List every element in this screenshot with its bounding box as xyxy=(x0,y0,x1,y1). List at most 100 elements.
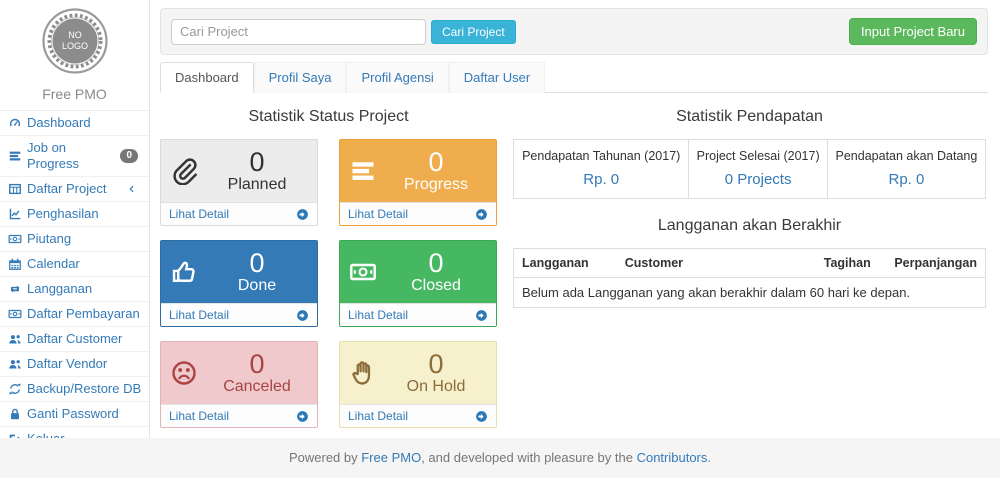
card-text: 0 Progress xyxy=(385,148,487,194)
income-col-header: Pendapatan Tahunan (2017) xyxy=(514,140,689,170)
detail-link-label: Lihat Detail xyxy=(169,409,229,423)
search-toolbar: Cari Project Input Project Baru xyxy=(160,8,988,55)
free-pmo-link[interactable]: Free PMO xyxy=(361,450,421,465)
sidebar-item-label: Daftar Vendor xyxy=(27,356,107,372)
refresh-icon xyxy=(7,382,22,396)
card-closed: 0 Closed Lihat Detail xyxy=(339,240,497,327)
project-selesai-value[interactable]: 0 Projects xyxy=(689,169,827,199)
sidebar-item-label: Daftar Pembayaran xyxy=(27,306,140,322)
card-text: 0 Closed xyxy=(385,249,487,295)
card-text: 0 On Hold xyxy=(385,350,487,396)
sidebar-item-label: Backup/Restore DB xyxy=(27,381,141,397)
tab-profil-saya[interactable]: Profil Saya xyxy=(254,62,347,93)
sidebar-item-label: Piutang xyxy=(27,231,71,247)
card-body: 0 Closed xyxy=(340,241,496,303)
sidebar-item-label: Langganan xyxy=(27,281,92,297)
hand-icon xyxy=(349,359,385,387)
sidebar-menu: Dashboard Job on Progress 0 Daftar Proje… xyxy=(0,111,149,452)
sidebar-item-daftar-customer[interactable]: Daftar Customer xyxy=(0,327,149,352)
status-section-title: Statistik Status Project xyxy=(160,108,497,126)
contributors-link[interactable]: Contributors xyxy=(637,450,708,465)
done-detail-link[interactable]: Lihat Detail xyxy=(161,303,317,326)
card-text: 0 Canceled xyxy=(206,350,308,396)
logo-block: NO LOGO Free PMO xyxy=(0,0,149,111)
sidebar-item-ganti-password[interactable]: Ganti Password xyxy=(0,402,149,427)
income-col-header: Pendapatan akan Datang xyxy=(827,140,985,170)
sidebar-item-daftar-project[interactable]: Daftar Project xyxy=(0,177,149,202)
svg-text:NO: NO xyxy=(68,30,82,40)
subscription-section-title: Langganan akan Berakhir xyxy=(513,217,986,235)
search-button[interactable]: Cari Project xyxy=(431,20,516,44)
tab-profil-agensi[interactable]: Profil Agensi xyxy=(346,62,448,93)
card-body: 0 Progress xyxy=(340,140,496,202)
status-column: Statistik Status Project 0 Planned Lihat… xyxy=(160,103,497,428)
tab-daftar-user[interactable]: Daftar User xyxy=(449,62,545,93)
canceled-detail-link[interactable]: Lihat Detail xyxy=(161,404,317,427)
sidebar-item-daftar-pembayaran[interactable]: Daftar Pembayaran xyxy=(0,302,149,327)
closed-detail-link[interactable]: Lihat Detail xyxy=(340,303,496,326)
angle-left-icon xyxy=(127,184,137,194)
subscription-col-tagihan: Tagihan xyxy=(816,249,887,278)
dashboard-icon xyxy=(7,116,22,130)
canceled-label: Canceled xyxy=(206,378,308,396)
retweet-icon xyxy=(7,282,22,296)
sidebar-item-calendar[interactable]: Calendar xyxy=(0,252,149,277)
canceled-count: 0 xyxy=(206,350,308,378)
sidebar-item-dashboard[interactable]: Dashboard xyxy=(0,111,149,136)
money-icon xyxy=(7,232,22,246)
arrow-circle-right-icon xyxy=(296,208,309,221)
sidebar-item-label: Penghasilan xyxy=(27,206,99,222)
card-body: 0 Planned xyxy=(161,140,317,202)
detail-link-label: Lihat Detail xyxy=(348,409,408,423)
detail-link-label: Lihat Detail xyxy=(348,308,408,322)
sidebar-item-label: Daftar Project xyxy=(27,181,106,197)
on-hold-detail-link[interactable]: Lihat Detail xyxy=(340,404,496,427)
done-count: 0 xyxy=(206,249,308,277)
tab-dashboard[interactable]: Dashboard xyxy=(160,62,254,93)
frown-icon xyxy=(170,359,206,387)
input-project-baru-button[interactable]: Input Project Baru xyxy=(849,18,977,45)
card-on-hold: 0 On Hold Lihat Detail xyxy=(339,341,497,428)
sidebar-item-penghasilan[interactable]: Penghasilan xyxy=(0,202,149,227)
app-layout: NO LOGO Free PMO Dashboard Job on Progre… xyxy=(0,0,1000,438)
planned-count: 0 xyxy=(206,148,308,176)
planned-detail-link[interactable]: Lihat Detail xyxy=(161,202,317,225)
arrow-circle-right-icon xyxy=(475,410,488,423)
paperclip-icon xyxy=(170,157,206,185)
subscription-col-langganan: Langganan xyxy=(514,249,617,278)
dashboard-content: Statistik Status Project 0 Planned Lihat… xyxy=(160,103,988,428)
tasks-icon xyxy=(7,149,22,163)
footer-text: . xyxy=(707,450,711,465)
card-body: 0 On Hold xyxy=(340,342,496,404)
money-icon xyxy=(7,307,22,321)
sidebar-item-langganan[interactable]: Langganan xyxy=(0,277,149,302)
line-chart-icon xyxy=(7,207,22,221)
progress-detail-link[interactable]: Lihat Detail xyxy=(340,202,496,225)
card-text: 0 Done xyxy=(206,249,308,295)
lock-icon xyxy=(7,407,22,421)
pendapatan-akan-datang-value[interactable]: Rp. 0 xyxy=(827,169,985,199)
pendapatan-tahunan-value[interactable]: Rp. 0 xyxy=(514,169,689,199)
sidebar-item-job-on-progress[interactable]: Job on Progress 0 xyxy=(0,136,149,177)
job-count-badge: 0 xyxy=(120,149,138,163)
search-input[interactable] xyxy=(171,19,426,45)
sidebar: NO LOGO Free PMO Dashboard Job on Progre… xyxy=(0,0,150,438)
progress-label: Progress xyxy=(385,176,487,194)
income-col-header: Project Selesai (2017) xyxy=(689,140,827,170)
footer-text: Powered by xyxy=(289,450,361,465)
main-content: Cari Project Input Project Baru Dashboar… xyxy=(150,0,1000,438)
footer-text: , and developed with pleasure by the xyxy=(421,450,636,465)
arrow-circle-right-icon xyxy=(296,410,309,423)
sidebar-item-daftar-vendor[interactable]: Daftar Vendor xyxy=(0,352,149,377)
progress-count: 0 xyxy=(385,148,487,176)
sidebar-item-piutang[interactable]: Piutang xyxy=(0,227,149,252)
status-cards: 0 Planned Lihat Detail xyxy=(160,139,497,428)
tab-bar: Dashboard Profil Saya Profil Agensi Daft… xyxy=(160,62,988,93)
calendar-icon xyxy=(7,257,22,271)
sidebar-item-label: Calendar xyxy=(27,256,80,272)
stats-column: Statistik Pendapatan Pendapatan Tahunan … xyxy=(513,103,988,428)
sidebar-item-backup-restore-db[interactable]: Backup/Restore DB xyxy=(0,377,149,402)
tasks-icon xyxy=(349,157,385,185)
subscription-col-customer: Customer xyxy=(617,249,816,278)
sidebar-item-label: Job on Progress xyxy=(27,140,115,172)
